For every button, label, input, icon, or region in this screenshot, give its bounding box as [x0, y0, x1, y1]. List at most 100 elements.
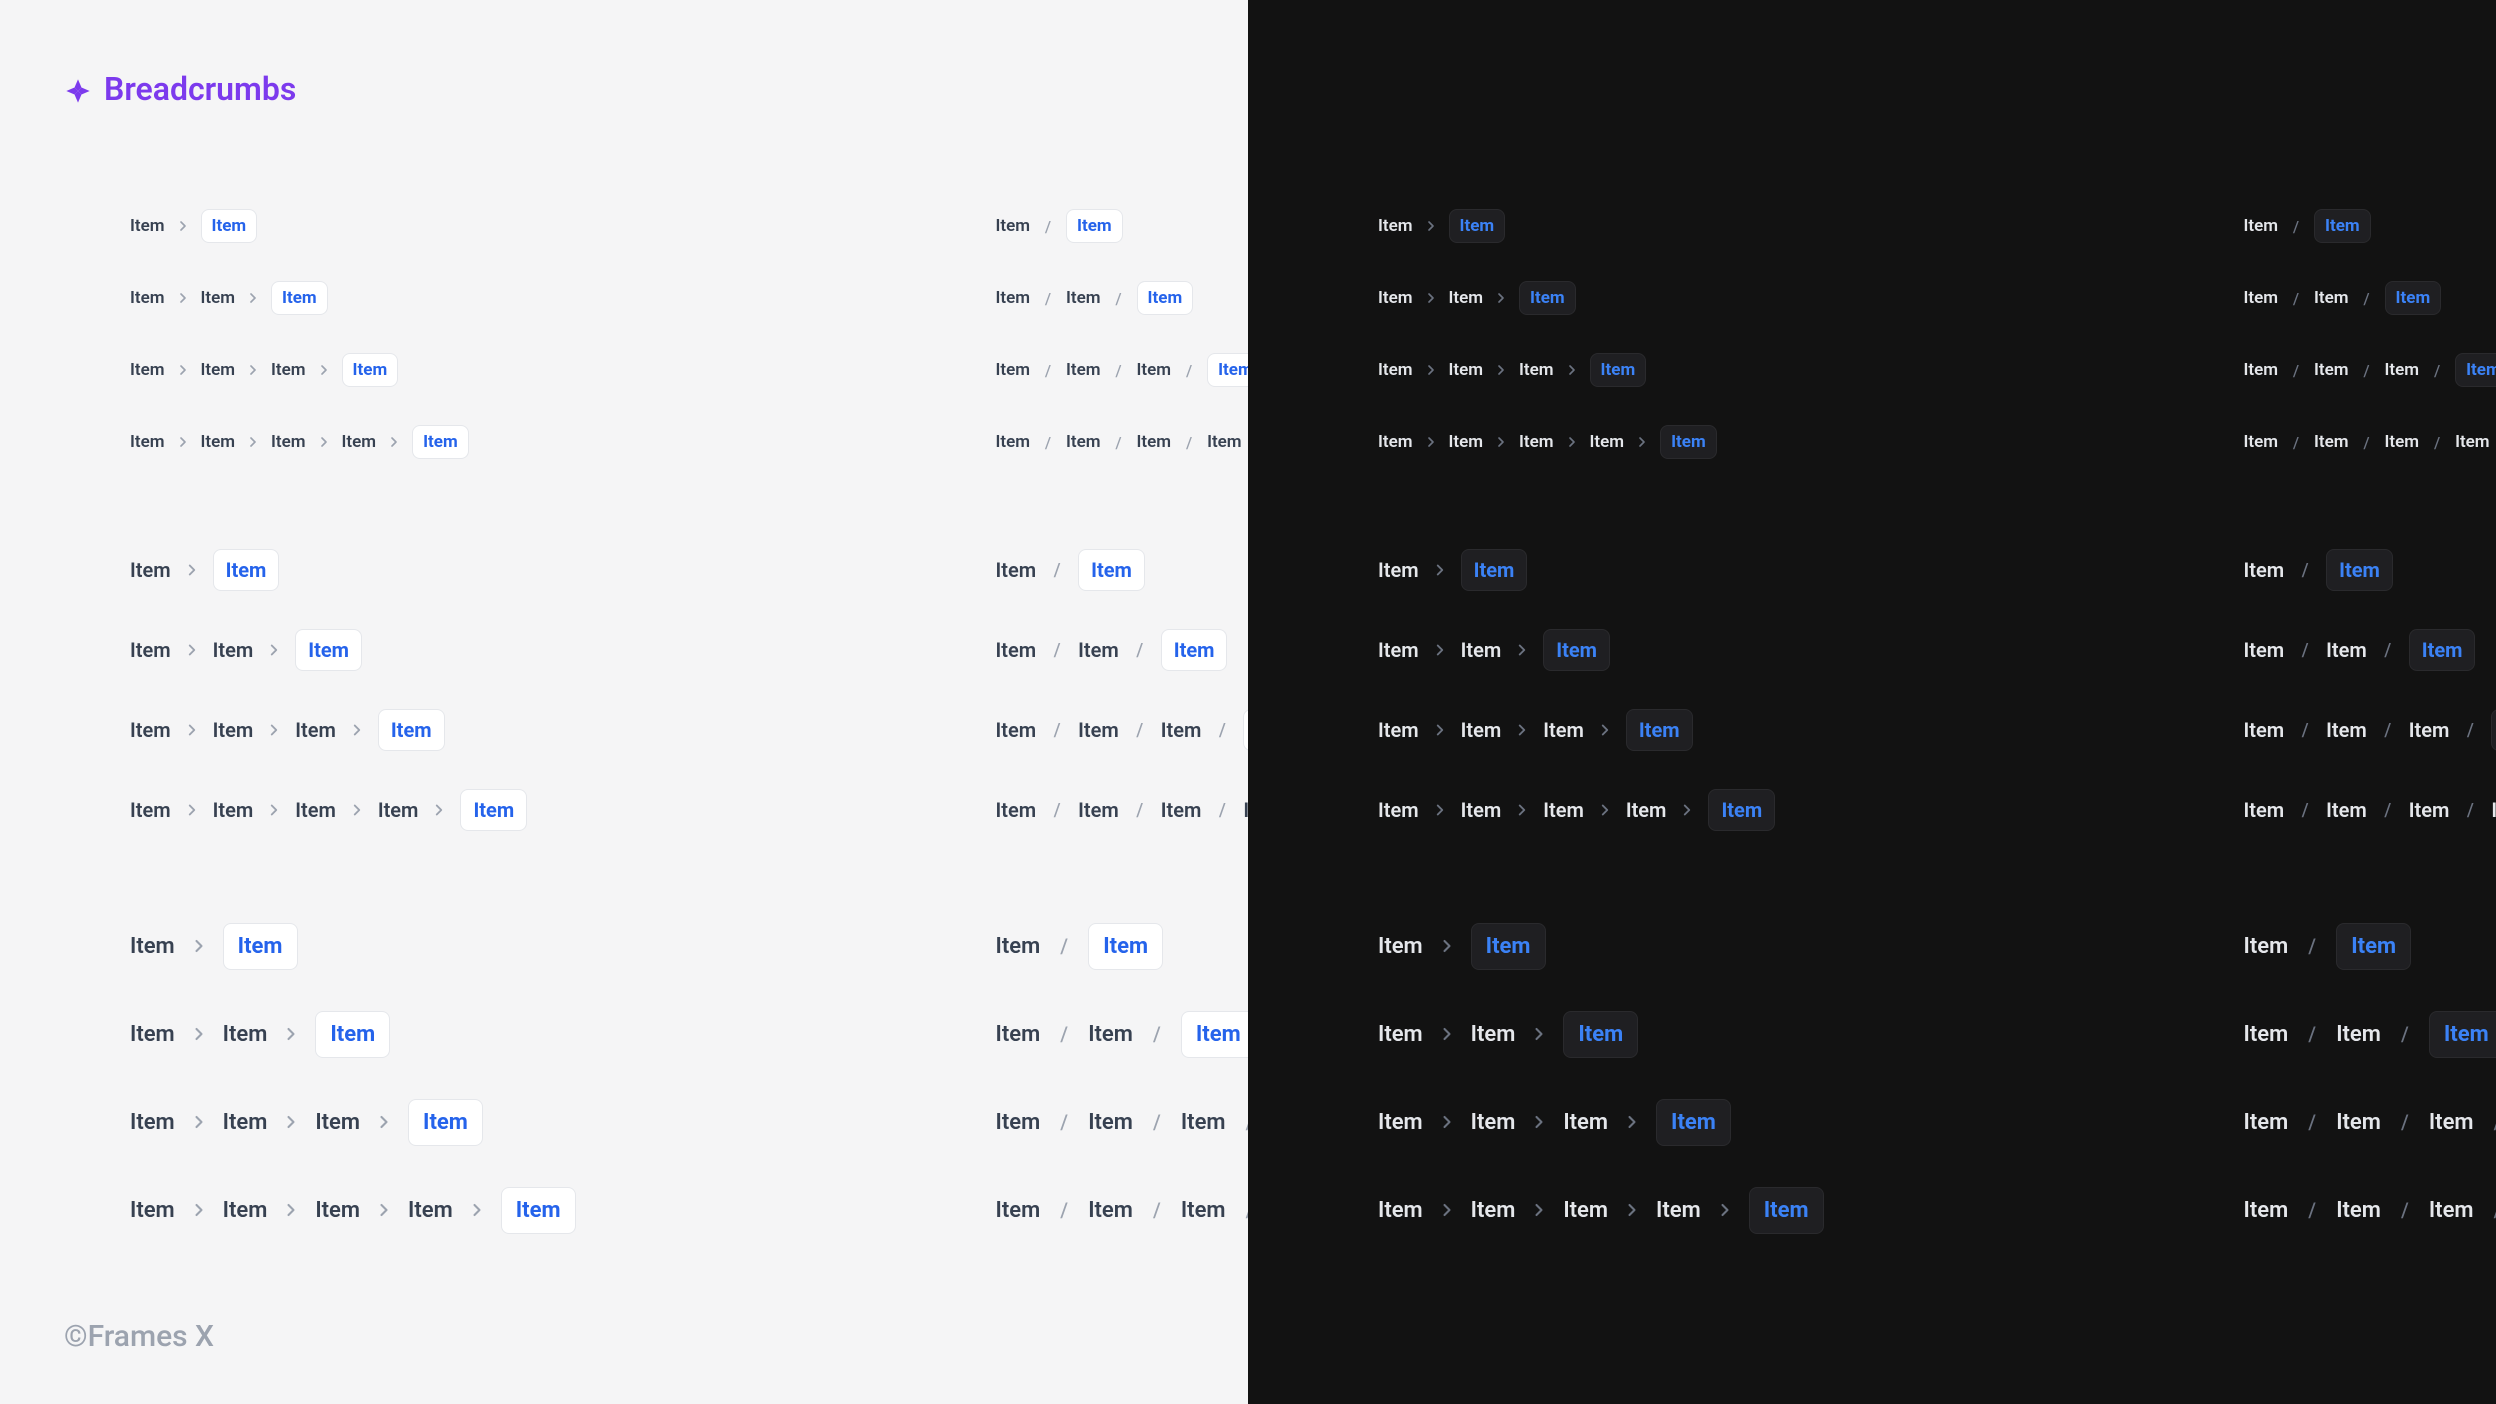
- breadcrumb-item[interactable]: Item: [1626, 798, 1667, 822]
- breadcrumb-item[interactable]: Item: [1519, 360, 1554, 380]
- breadcrumb-item[interactable]: Item: [1590, 432, 1625, 452]
- breadcrumb-item[interactable]: Item: [315, 1198, 360, 1223]
- breadcrumb-item[interactable]: Item: [2244, 432, 2279, 452]
- breadcrumb-item[interactable]: Item: [1378, 558, 1419, 582]
- breadcrumb-item[interactable]: Item: [1563, 1110, 1608, 1135]
- breadcrumb-item[interactable]: Item: [223, 1110, 268, 1135]
- breadcrumb-item[interactable]: Item: [2314, 432, 2349, 452]
- breadcrumb-item[interactable]: Item: [1471, 1198, 1516, 1223]
- breadcrumb-item[interactable]: Item: [996, 638, 1037, 662]
- breadcrumb-item[interactable]: Item: [201, 360, 236, 380]
- breadcrumb-item[interactable]: Item: [130, 216, 165, 236]
- breadcrumb-item[interactable]: Item: [130, 798, 171, 822]
- breadcrumb-item[interactable]: Item: [2429, 1198, 2474, 1223]
- breadcrumb-item[interactable]: Item: [201, 432, 236, 452]
- breadcrumb-item[interactable]: Item: [2244, 1110, 2289, 1135]
- breadcrumb-item[interactable]: Item: [1066, 360, 1101, 380]
- breadcrumb-item[interactable]: Item: [996, 288, 1031, 308]
- breadcrumb-item[interactable]: Item: [2244, 934, 2289, 959]
- breadcrumb-item[interactable]: Item: [1563, 1198, 1608, 1223]
- breadcrumb-item[interactable]: Item: [1088, 1110, 1133, 1135]
- breadcrumb-item[interactable]: Item: [1461, 798, 1502, 822]
- breadcrumb-item[interactable]: Item: [295, 798, 336, 822]
- breadcrumb-item[interactable]: Item: [1449, 432, 1484, 452]
- breadcrumb-item[interactable]: Item: [996, 718, 1037, 742]
- breadcrumb-item[interactable]: Item: [2409, 798, 2450, 822]
- breadcrumb-item[interactable]: Item: [1378, 432, 1413, 452]
- breadcrumb-item[interactable]: Item: [2314, 360, 2349, 380]
- breadcrumb-item[interactable]: Item: [1378, 1022, 1423, 1047]
- breadcrumb-item[interactable]: Item: [2244, 216, 2279, 236]
- breadcrumb-item[interactable]: Item: [295, 718, 336, 742]
- breadcrumb-item[interactable]: Item: [1078, 638, 1119, 662]
- breadcrumb-item[interactable]: Item: [1378, 934, 1423, 959]
- breadcrumb-item[interactable]: Item: [130, 432, 165, 452]
- breadcrumb-item[interactable]: Item: [2385, 432, 2420, 452]
- breadcrumb-item[interactable]: Item: [130, 718, 171, 742]
- breadcrumb-item[interactable]: Item: [996, 558, 1037, 582]
- breadcrumb-item[interactable]: Item: [1181, 1110, 1226, 1135]
- breadcrumb-item[interactable]: Item: [213, 638, 254, 662]
- breadcrumb-item[interactable]: Item: [130, 1198, 175, 1223]
- breadcrumb-item[interactable]: Item: [223, 1198, 268, 1223]
- breadcrumb-item[interactable]: Item: [2244, 1022, 2289, 1047]
- breadcrumb-item[interactable]: Item: [271, 360, 306, 380]
- breadcrumb-item[interactable]: Item: [2244, 288, 2279, 308]
- breadcrumb-item[interactable]: Item: [1207, 432, 1242, 452]
- breadcrumb-item[interactable]: Item: [1378, 288, 1413, 308]
- breadcrumb-item[interactable]: Item: [1066, 432, 1101, 452]
- breadcrumb-item[interactable]: Item: [996, 216, 1031, 236]
- breadcrumb-item[interactable]: Item: [1078, 718, 1119, 742]
- breadcrumb-item[interactable]: Item: [130, 638, 171, 662]
- breadcrumb-item[interactable]: Item: [1161, 798, 1202, 822]
- breadcrumb-item[interactable]: Item: [1656, 1198, 1701, 1223]
- breadcrumb-item[interactable]: Item: [2244, 1198, 2289, 1223]
- breadcrumb-item[interactable]: Item: [1088, 1022, 1133, 1047]
- breadcrumb-item[interactable]: Item: [1378, 638, 1419, 662]
- breadcrumb-item[interactable]: Item: [2314, 288, 2349, 308]
- breadcrumb-item[interactable]: Item: [2244, 638, 2285, 662]
- breadcrumb-item[interactable]: Item: [201, 288, 236, 308]
- breadcrumb-item[interactable]: Item: [315, 1110, 360, 1135]
- breadcrumb-item[interactable]: Item: [2244, 360, 2279, 380]
- breadcrumb-item[interactable]: Item: [2336, 1110, 2381, 1135]
- breadcrumb-item[interactable]: Item: [1378, 718, 1419, 742]
- breadcrumb-item[interactable]: Item: [996, 432, 1031, 452]
- breadcrumb-item[interactable]: Item: [2385, 360, 2420, 380]
- breadcrumb-item[interactable]: Item: [996, 798, 1037, 822]
- breadcrumb-item[interactable]: Item: [1161, 718, 1202, 742]
- breadcrumb-item[interactable]: Item: [1137, 360, 1172, 380]
- breadcrumb-item[interactable]: Item: [130, 1022, 175, 1047]
- breadcrumb-item[interactable]: Item: [130, 934, 175, 959]
- breadcrumb-item[interactable]: Item: [2336, 1198, 2381, 1223]
- breadcrumb-item[interactable]: Item: [1378, 1110, 1423, 1135]
- breadcrumb-item[interactable]: Item: [1378, 216, 1413, 236]
- breadcrumb-item[interactable]: Item: [2409, 718, 2450, 742]
- breadcrumb-item[interactable]: Item: [223, 1022, 268, 1047]
- breadcrumb-item[interactable]: Item: [271, 432, 306, 452]
- breadcrumb-item[interactable]: Item: [1461, 718, 1502, 742]
- breadcrumb-item[interactable]: Item: [1137, 432, 1172, 452]
- breadcrumb-item[interactable]: Item: [1543, 718, 1584, 742]
- breadcrumb-item[interactable]: Item: [1471, 1110, 1516, 1135]
- breadcrumb-item[interactable]: Item: [130, 288, 165, 308]
- breadcrumb-item[interactable]: Item: [1378, 360, 1413, 380]
- breadcrumb-item[interactable]: Item: [996, 1198, 1041, 1223]
- breadcrumb-item[interactable]: Item: [996, 1022, 1041, 1047]
- breadcrumb-item[interactable]: Item: [1378, 1198, 1423, 1223]
- breadcrumb-item[interactable]: Item: [2244, 558, 2285, 582]
- breadcrumb-item[interactable]: Item: [2326, 718, 2367, 742]
- breadcrumb-item[interactable]: Item: [996, 1110, 1041, 1135]
- breadcrumb-item[interactable]: Item: [996, 934, 1041, 959]
- breadcrumb-item[interactable]: Item: [1461, 638, 1502, 662]
- breadcrumb-item[interactable]: Item: [130, 1110, 175, 1135]
- breadcrumb-item[interactable]: Item: [1449, 288, 1484, 308]
- breadcrumb-item[interactable]: Item: [2244, 798, 2285, 822]
- breadcrumb-item[interactable]: Item: [2244, 718, 2285, 742]
- breadcrumb-item[interactable]: Item: [2429, 1110, 2474, 1135]
- breadcrumb-item[interactable]: Item: [130, 360, 165, 380]
- breadcrumb-item[interactable]: Item: [1543, 798, 1584, 822]
- breadcrumb-item[interactable]: Item: [213, 798, 254, 822]
- breadcrumb-item[interactable]: Item: [2455, 432, 2490, 452]
- breadcrumb-item[interactable]: Item: [1471, 1022, 1516, 1047]
